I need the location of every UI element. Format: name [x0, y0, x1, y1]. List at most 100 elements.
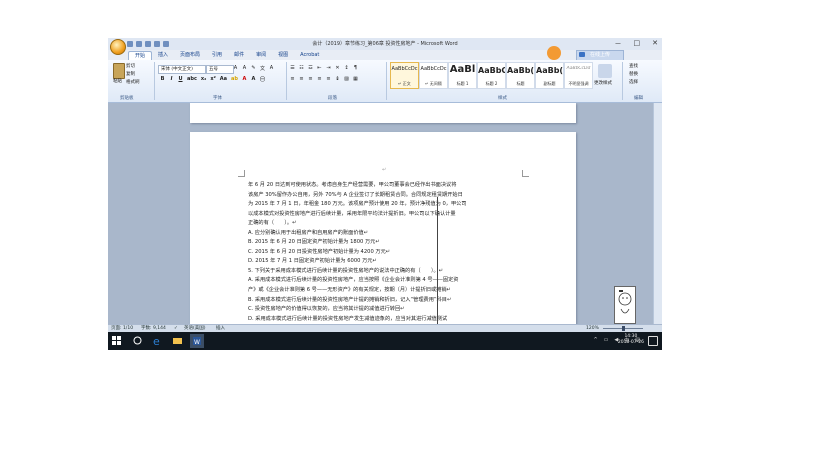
shading-icon[interactable]: ▨ — [344, 76, 349, 82]
superscript-icon[interactable]: x² — [210, 76, 215, 83]
maximize-button[interactable]: □ — [634, 39, 641, 49]
distributed-icon[interactable]: ≡ — [326, 76, 331, 82]
style-sample: AaBbC — [478, 66, 505, 75]
style-subtle-emphasis[interactable]: AaBbCcDd 不明显强调 — [564, 62, 593, 89]
font-name-select[interactable]: 宋体 (中文正文) — [158, 65, 206, 74]
borders-icon[interactable]: ▦ — [353, 76, 358, 82]
style-heading-2[interactable]: AaBbC 标题 2 — [477, 62, 506, 89]
italic-icon[interactable]: I — [169, 76, 174, 83]
text-line: A. 采用成本模式进行后续计量的投资性房地产，应当按照《企业会计准则第 4 号—… — [248, 277, 459, 284]
chevron-up-icon[interactable]: ^ — [593, 337, 597, 344]
phonetic-icon[interactable]: 文 — [260, 65, 265, 72]
font-color-icon[interactable]: A — [242, 76, 247, 83]
char-shading-icon[interactable]: A — [251, 76, 256, 83]
style-normal[interactable]: AaBbCcDc ↵ 正文 — [390, 62, 419, 89]
line-spacing-icon[interactable]: ↨ — [335, 76, 340, 82]
file-explorer-icon[interactable] — [172, 335, 183, 346]
tab-acrobat[interactable]: Acrobat — [294, 51, 325, 60]
format-painter-button[interactable]: 格式刷 — [126, 79, 140, 85]
paste-icon[interactable] — [113, 63, 125, 79]
decrease-indent-icon[interactable]: ⇤ — [317, 65, 322, 71]
tab-mailings[interactable]: 邮件 — [228, 51, 250, 60]
style-heading-1[interactable]: AaBl 标题 1 — [448, 62, 477, 89]
text-line: C. 投资性房地产的价值得以恢复的，应当将其计提的减值进行转回↵ — [248, 306, 405, 313]
change-styles-icon[interactable] — [598, 64, 612, 78]
char-border-icon[interactable]: A — [269, 65, 274, 72]
text-line: B. 采用成本模式进行后续计量的投资性房地产计提的摊销和折旧，记入“管理费用”科… — [248, 296, 452, 303]
tab-home[interactable]: 开始 — [128, 51, 153, 60]
replace-button[interactable]: 替换 — [629, 71, 638, 77]
increase-indent-icon[interactable]: ⇥ — [326, 65, 331, 71]
zoom-slider-thumb[interactable] — [622, 326, 625, 331]
style-no-spacing[interactable]: AaBbCcDc ↵ 无间隔 — [419, 62, 448, 89]
style-sample: AaBb( — [507, 66, 534, 75]
text-line: C. 2015 年 6 月 20 日投资性房地产初始计量为 4200 万元↵ — [248, 248, 391, 255]
change-styles-button[interactable]: 更改样式 — [594, 80, 612, 86]
text-cursor — [437, 197, 438, 324]
find-button[interactable]: 查找 — [629, 63, 638, 69]
minimize-button[interactable]: － — [615, 39, 622, 49]
edge-icon[interactable]: e — [152, 335, 163, 348]
word-taskbar-icon[interactable]: W — [190, 334, 204, 348]
vertical-scrollbar[interactable] — [653, 103, 662, 324]
tab-insert[interactable]: 插入 — [152, 51, 174, 60]
strikethrough-icon[interactable]: abc — [187, 76, 197, 83]
numbering-icon[interactable]: ☷ — [299, 65, 304, 71]
tab-review[interactable]: 审阅 — [250, 51, 272, 60]
font-group-label: 字体 — [213, 96, 222, 101]
change-case-icon[interactable]: Aa — [220, 76, 227, 83]
select-button[interactable]: 选择 — [629, 79, 638, 85]
sort-icon[interactable]: ↕ — [344, 65, 349, 71]
previous-page — [190, 103, 576, 123]
font-size-select[interactable]: 五号 — [206, 65, 234, 74]
bullets-icon[interactable]: ☰ — [290, 65, 295, 71]
show-marks-icon[interactable]: ¶ — [353, 65, 358, 71]
style-name: 不明显强调 — [568, 81, 589, 86]
tab-references[interactable]: 引用 — [206, 51, 228, 60]
font-size-tools: A A ✎ 文 A — [233, 65, 274, 72]
style-subtitle[interactable]: AaBb( 副标题 — [535, 62, 564, 89]
highlight-icon[interactable]: ab — [231, 76, 238, 83]
svg-text:W: W — [194, 339, 200, 346]
group-divider — [386, 62, 387, 100]
style-name: 标题 — [516, 81, 525, 86]
text-line: B. 2015 年 6 月 20 日固定资产初始计量为 1800 万元↵ — [248, 239, 380, 246]
office-button[interactable] — [110, 39, 126, 55]
bold-icon[interactable]: B — [160, 76, 165, 83]
grow-font-icon[interactable]: A — [233, 65, 238, 72]
network-icon[interactable]: ▭ — [604, 337, 609, 344]
document-text[interactable]: 年 6 月 20 日达到可使用状态。考虑自身生产经营需要，甲公司董事会已经作出书… — [248, 181, 520, 324]
cortana-icon[interactable] — [132, 335, 143, 346]
underline-icon[interactable]: U — [178, 76, 183, 83]
group-divider — [286, 62, 287, 100]
paste-label[interactable]: 粘贴 — [113, 78, 122, 84]
multilevel-list-icon[interactable]: ☲ — [308, 65, 313, 71]
tab-view[interactable]: 视图 — [272, 51, 294, 60]
shrink-font-icon[interactable]: A — [242, 65, 247, 72]
clock[interactable]: 14:30 2018-07-26 — [618, 334, 644, 346]
copy-button[interactable]: 复制 — [126, 71, 135, 77]
style-name: ↵ 无间隔 — [425, 81, 442, 86]
subscript-icon[interactable]: x₂ — [201, 76, 206, 83]
chinese-layout-icon[interactable]: ✕ — [335, 65, 340, 71]
style-sample: AaBb( — [536, 66, 563, 75]
align-center-icon[interactable]: ≡ — [299, 76, 304, 82]
document-area: ↵ 年 6 月 20 日达到可使用状态。考虑自身生产经营需要，甲公司董事会已经作… — [108, 103, 662, 324]
clear-format-icon[interactable]: ✎ — [251, 65, 256, 72]
editing-group-label: 编辑 — [634, 96, 643, 101]
align-right-icon[interactable]: ≡ — [308, 76, 313, 82]
styles-group-label: 样式 — [498, 96, 507, 101]
windows-start-icon[interactable] — [112, 336, 121, 345]
paragraph-group-label: 段落 — [328, 96, 337, 101]
align-left-icon[interactable]: ≡ — [290, 76, 295, 82]
close-button[interactable]: ✕ — [652, 39, 658, 49]
enclose-char-icon[interactable]: ㊀ — [260, 76, 265, 83]
text-line: 年 6 月 20 日达到可使用状态。考虑自身生产经营需要，甲公司董事会已经作出书… — [248, 182, 457, 188]
cut-button[interactable]: 剪切 — [126, 63, 135, 69]
style-title[interactable]: AaBb( 标题 — [506, 62, 535, 89]
tab-page-layout[interactable]: 页面布局 — [174, 51, 206, 60]
floating-assistant-icon[interactable] — [547, 46, 561, 60]
notification-icon[interactable] — [648, 336, 658, 346]
justify-icon[interactable]: ≡ — [317, 76, 322, 82]
document-page[interactable]: ↵ 年 6 月 20 日达到可使用状态。考虑自身生产经营需要，甲公司董事会已经作… — [190, 132, 576, 324]
